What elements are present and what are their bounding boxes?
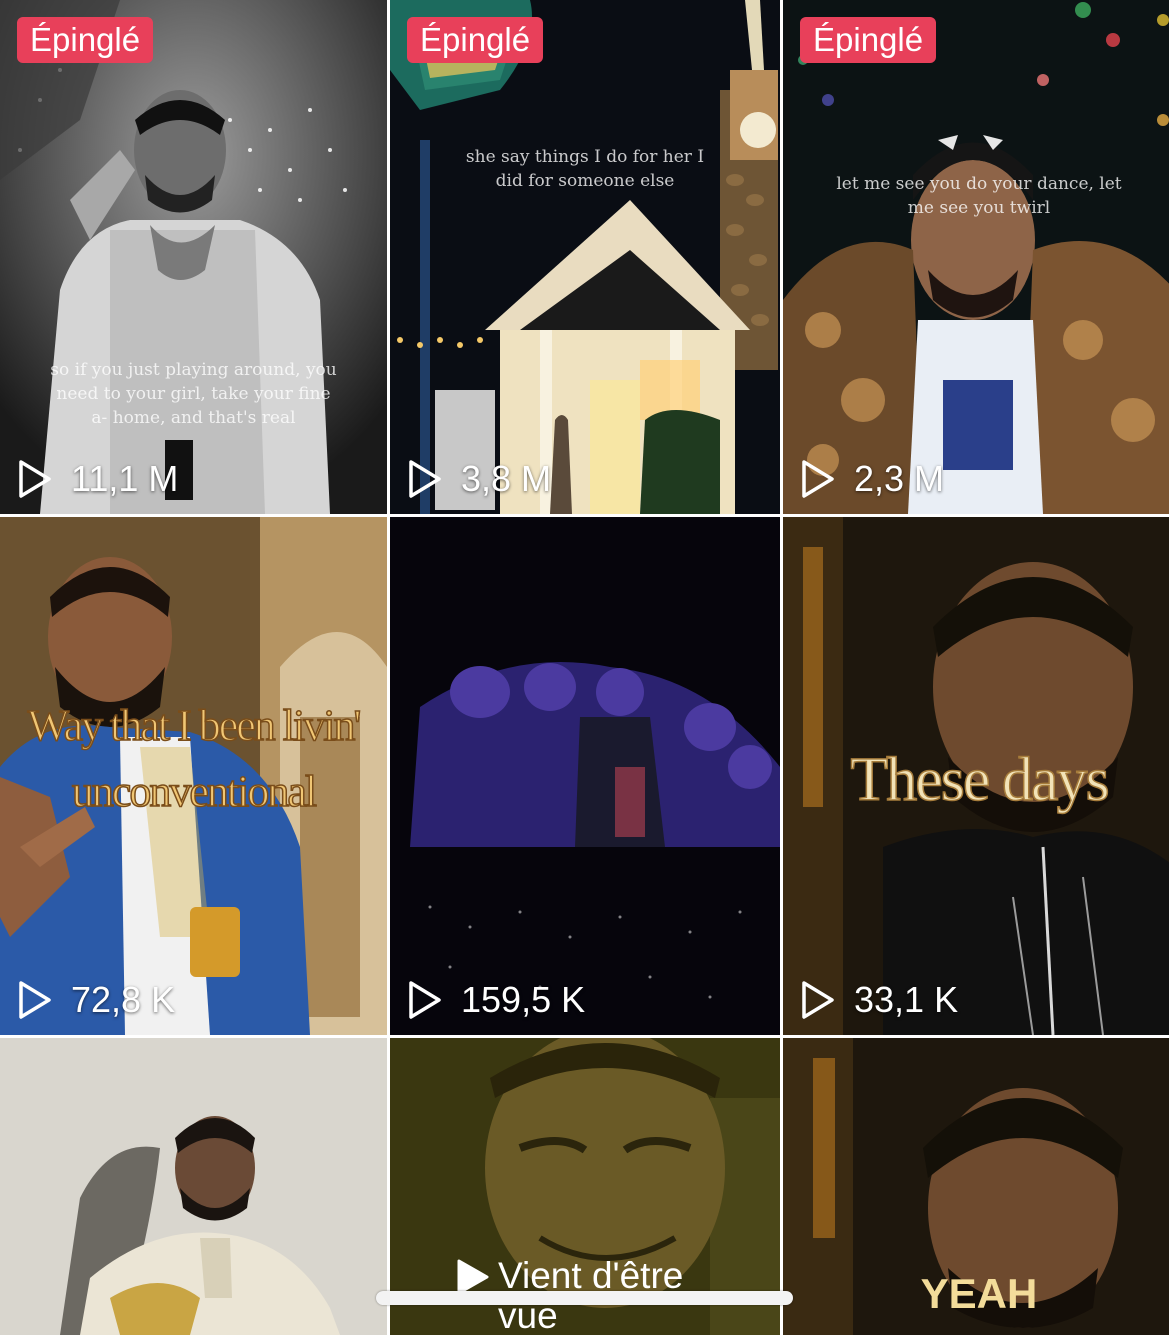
video-tile-4[interactable]: Way that I been livin' unconventional 72… bbox=[0, 517, 387, 1035]
play-outline-icon bbox=[802, 460, 834, 498]
view-count-label: 72,8 K bbox=[71, 979, 176, 1020]
video-caption: YEAH bbox=[920, 1270, 1038, 1317]
video-grid: Épinglé so if you just playing around, y… bbox=[0, 0, 1169, 1335]
video-caption: These days bbox=[850, 745, 1111, 815]
video-tile-6[interactable]: These days 33,1 K bbox=[783, 517, 1169, 1035]
play-outline-icon bbox=[19, 981, 51, 1019]
view-count: 2,3 M bbox=[800, 458, 944, 500]
view-count: 3,8 M bbox=[407, 458, 551, 500]
horizontal-scrollbar[interactable] bbox=[376, 1291, 793, 1305]
video-tile-9[interactable]: YEAH bbox=[783, 1038, 1169, 1335]
view-count-label: 159,5 K bbox=[461, 979, 586, 1020]
view-count-label: 3,8 M bbox=[461, 458, 552, 499]
pinned-badge: Épinglé bbox=[407, 17, 544, 63]
video-thumbnail bbox=[783, 0, 1169, 514]
view-count: 72,8 K bbox=[17, 979, 175, 1021]
video-tile-1[interactable]: Épinglé so if you just playing around, y… bbox=[0, 0, 387, 514]
video-tile-3[interactable]: Épinglé let me see you do your dance, le… bbox=[783, 0, 1169, 514]
view-count: 11,1 M bbox=[17, 458, 178, 500]
view-count: 159,5 K bbox=[407, 979, 585, 1021]
video-tile-7[interactable] bbox=[0, 1038, 387, 1335]
video-caption: let me see you do your dance, let me see… bbox=[836, 174, 1122, 218]
video-thumbnail bbox=[0, 0, 387, 514]
video-caption-line-2: unconventional bbox=[71, 766, 318, 817]
video-tile-2[interactable]: Épinglé she say things I do for her I di… bbox=[390, 0, 780, 514]
pinned-badge: Épinglé bbox=[17, 17, 154, 63]
play-outline-icon bbox=[19, 460, 51, 498]
play-outline-icon bbox=[409, 460, 441, 498]
video-thumbnail bbox=[0, 1038, 387, 1335]
play-outline-icon bbox=[409, 981, 441, 1019]
video-thumbnail bbox=[390, 0, 780, 514]
pinned-badge: Épinglé bbox=[800, 17, 937, 63]
view-count-label: 11,1 M bbox=[71, 458, 179, 499]
video-caption: she say things I do for her I did for so… bbox=[465, 147, 705, 191]
view-count-label: 2,3 M bbox=[854, 458, 945, 499]
video-caption: so if you just playing around, you need … bbox=[50, 360, 337, 428]
view-count: 33,1 K bbox=[800, 979, 958, 1021]
video-caption-line-1: Way that I been livin' bbox=[27, 700, 362, 751]
video-thumbnail bbox=[390, 517, 780, 1035]
video-tile-5[interactable]: 159,5 K bbox=[390, 517, 780, 1035]
view-count-label: 33,1 K bbox=[854, 979, 959, 1020]
play-outline-icon bbox=[802, 981, 834, 1019]
